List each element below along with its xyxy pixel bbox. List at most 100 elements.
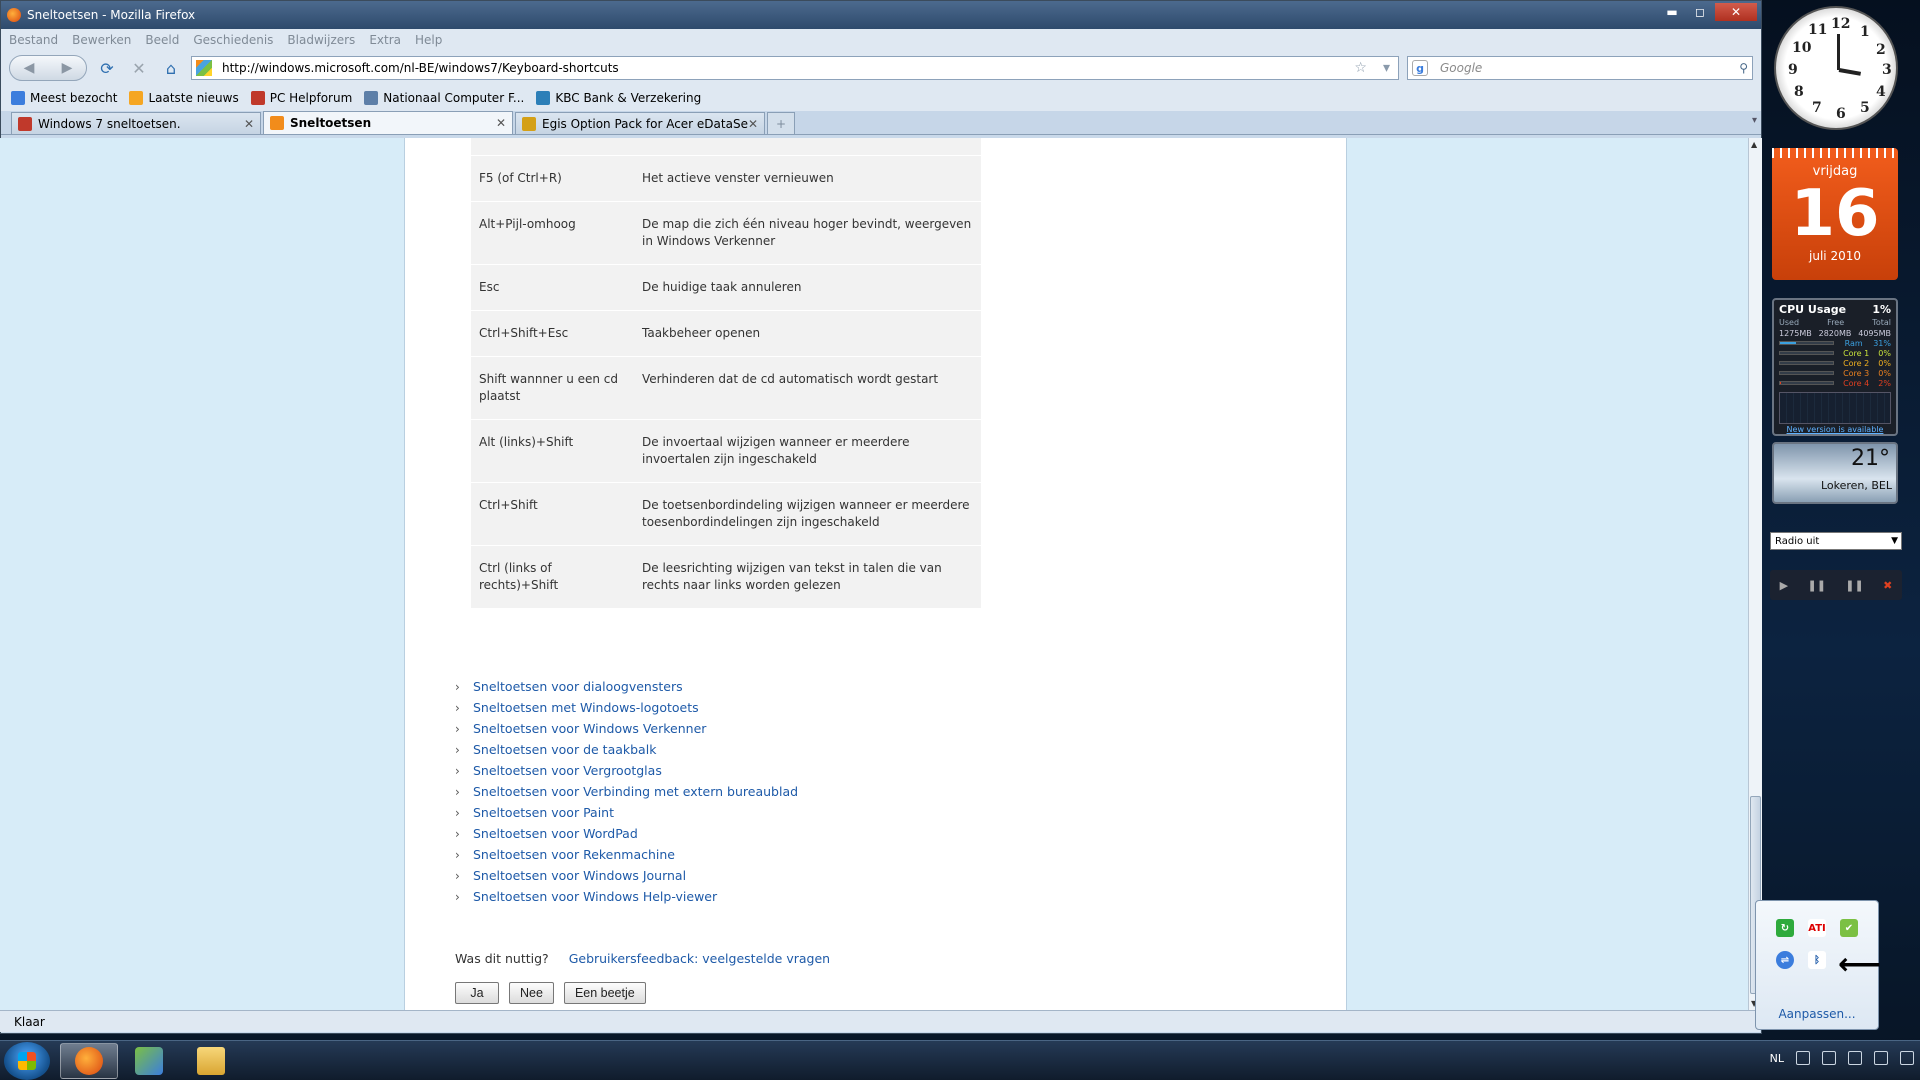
start-button[interactable] xyxy=(4,1042,50,1080)
menu-geschiedenis[interactable]: Geschiedenis xyxy=(193,33,273,47)
sync-icon[interactable]: ⇌ xyxy=(1776,951,1794,969)
list-item[interactable]: › Sneltoetsen met Windows-logotoets xyxy=(455,697,798,718)
scroll-up-icon[interactable]: ▲ xyxy=(1751,140,1757,149)
close-button[interactable]: ✕ xyxy=(1715,3,1757,21)
tab-windows7-sneltoetsen[interactable]: Windows 7 sneltoetsen. ✕ xyxy=(11,112,261,134)
list-item[interactable]: › Sneltoetsen voor de taakbalk xyxy=(455,739,798,760)
tab-sneltoetsen[interactable]: Sneltoetsen ✕ xyxy=(263,111,513,134)
clock-gadget[interactable]: 12 1 2 3 4 5 6 7 8 9 10 11 xyxy=(1774,6,1898,130)
maximize-button[interactable]: ◻ xyxy=(1687,3,1713,21)
related-link[interactable]: Sneltoetsen voor de taakbalk xyxy=(473,742,656,757)
menu-bewerken[interactable]: Bewerken xyxy=(72,33,131,47)
taskbar-users[interactable] xyxy=(120,1043,178,1079)
list-item[interactable]: › Sneltoetsen voor Windows Help-viewer xyxy=(455,886,798,907)
play-icon[interactable]: ▶ xyxy=(1780,579,1788,592)
back-icon[interactable]: ◀ xyxy=(24,60,35,76)
url-text[interactable]: http://windows.microsoft.com/nl-BE/windo… xyxy=(222,61,1346,75)
taskbar-explorer[interactable] xyxy=(182,1043,240,1079)
yes-button[interactable]: Ja xyxy=(455,982,499,1004)
bookmark-star-icon[interactable]: ☆ xyxy=(1354,60,1367,76)
list-all-tabs-icon[interactable]: ▾ xyxy=(1752,115,1757,126)
forward-icon[interactable]: ▶ xyxy=(62,60,73,76)
google-icon[interactable]: g xyxy=(1412,60,1428,76)
action-center-flag-icon[interactable] xyxy=(1822,1051,1836,1065)
new-tab-button[interactable]: + xyxy=(767,112,795,134)
search-input[interactable]: Google xyxy=(1440,61,1482,75)
list-item[interactable]: › Sneltoetsen voor dialoogvensters xyxy=(455,676,798,697)
tab-egis-option-pack[interactable]: Egis Option Pack for Acer eDataSec... ✕ xyxy=(515,112,765,134)
list-item[interactable]: › Sneltoetsen voor Windows Journal xyxy=(455,865,798,886)
network-tray-icon[interactable] xyxy=(1874,1051,1888,1065)
shortcut-key: Alt (links)+Shift xyxy=(471,419,634,483)
security-icon[interactable]: ✔ xyxy=(1840,919,1858,937)
menu-help[interactable]: Help xyxy=(415,33,442,47)
vertical-scrollbar[interactable]: ▲ ▼ xyxy=(1748,138,1762,1010)
somewhat-button[interactable]: Een beetje xyxy=(563,982,646,1004)
related-link[interactable]: Sneltoetsen voor Verbinding met extern b… xyxy=(473,784,798,799)
search-icon[interactable]: ⚲ xyxy=(1739,61,1748,75)
calendar-gadget[interactable]: vrijdag 16 juli 2010 xyxy=(1772,148,1898,280)
url-bar[interactable]: http://windows.microsoft.com/nl-BE/windo… xyxy=(191,56,1399,80)
network-icon[interactable]: ↻ xyxy=(1776,919,1794,937)
pause-icon[interactable]: ❚❚ xyxy=(1808,579,1826,592)
list-item[interactable]: › Sneltoetsen voor Paint xyxy=(455,802,798,823)
show-hidden-icons-icon[interactable] xyxy=(1796,1051,1810,1065)
bookmark-laatste-nieuws[interactable]: Laatste nieuws xyxy=(129,91,239,105)
home-icon[interactable]: ⌂ xyxy=(159,56,183,80)
bookmark-pc-helpforum[interactable]: PC Helpforum xyxy=(250,91,352,105)
list-item[interactable]: › Sneltoetsen voor WordPad xyxy=(455,823,798,844)
usb-icon[interactable] xyxy=(1848,1051,1862,1065)
menu-extra[interactable]: Extra xyxy=(369,33,401,47)
search-bar[interactable]: g Google ⚲ xyxy=(1407,56,1753,80)
list-item[interactable]: › Sneltoetsen voor Verbinding met extern … xyxy=(455,781,798,802)
related-link[interactable]: Sneltoetsen voor Windows Help-viewer xyxy=(473,889,717,904)
menu-beeld[interactable]: Beeld xyxy=(145,33,179,47)
list-item[interactable]: › Sneltoetsen voor Vergrootglas xyxy=(455,760,798,781)
language-indicator[interactable]: NL xyxy=(1770,1052,1784,1065)
tab-close-icon[interactable]: ✕ xyxy=(244,117,254,131)
bookmark-kbc[interactable]: KBC Bank & Verzekering xyxy=(536,91,701,105)
list-item[interactable]: › Sneltoetsen voor Rekenmachine xyxy=(455,844,798,865)
no-button[interactable]: Nee xyxy=(509,982,554,1004)
related-link[interactable]: Sneltoetsen voor Windows Verkenner xyxy=(473,721,706,736)
related-link[interactable]: Sneltoetsen met Windows-logotoets xyxy=(473,700,699,715)
menu-bladwijzers[interactable]: Bladwijzers xyxy=(287,33,355,47)
taskbar-firefox[interactable] xyxy=(60,1043,118,1079)
bookmark-label: Laatste nieuws xyxy=(148,91,239,105)
mute-icon[interactable]: ✖ xyxy=(1883,579,1892,592)
reload-icon[interactable]: ⟳ xyxy=(95,56,119,80)
shortcut-key: F5 (of Ctrl+R) xyxy=(471,155,634,202)
menu-bestand[interactable]: Bestand xyxy=(9,33,58,47)
related-link[interactable]: Sneltoetsen voor Paint xyxy=(473,805,614,820)
radio-select[interactable]: Radio uit ▼ xyxy=(1770,532,1902,550)
related-link[interactable]: Sneltoetsen voor Rekenmachine xyxy=(473,847,675,862)
customize-link[interactable]: Aanpassen... xyxy=(1756,1007,1878,1021)
stop-icon[interactable]: ✕ xyxy=(127,56,151,80)
bookmark-nationaal-computer[interactable]: Nationaal Computer F... xyxy=(364,91,524,105)
table-row: submenu sluiten xyxy=(471,138,981,156)
tab-close-icon[interactable]: ✕ xyxy=(748,117,758,131)
feedback-faq-link[interactable]: Gebruikersfeedback: veelgestelde vragen xyxy=(569,951,830,966)
new-version-link[interactable]: New version is available xyxy=(1779,425,1891,434)
volume-icon[interactable] xyxy=(1900,1051,1914,1065)
bookmark-meest-bezocht[interactable]: Meest bezocht xyxy=(11,91,117,105)
bookmarks-toolbar: Meest bezocht Laatste nieuws PC Helpforu… xyxy=(1,85,1761,111)
status-text: Klaar xyxy=(14,1014,45,1029)
chevron-down-icon[interactable]: ▼ xyxy=(1891,536,1898,546)
bluetooth-icon[interactable]: ᛒ xyxy=(1808,951,1826,969)
related-link[interactable]: Sneltoetsen voor Windows Journal xyxy=(473,868,686,883)
list-item[interactable]: › Sneltoetsen voor Windows Verkenner xyxy=(455,718,798,739)
related-link[interactable]: Sneltoetsen voor dialoogvensters xyxy=(473,679,683,694)
related-link[interactable]: Sneltoetsen voor Vergrootglas xyxy=(473,763,662,778)
related-link[interactable]: Sneltoetsen voor WordPad xyxy=(473,826,638,841)
pause-icon[interactable]: ❚❚ xyxy=(1845,579,1863,592)
weather-gadget[interactable]: 21° Lokeren, BEL xyxy=(1772,442,1898,504)
article: submenu sluiten F5 (of Ctrl+R)Het actiev… xyxy=(404,138,1347,1010)
usage-bar xyxy=(1779,361,1834,365)
bookmark-label: Meest bezocht xyxy=(30,91,118,105)
tab-close-icon[interactable]: ✕ xyxy=(496,116,506,130)
url-dropdown-icon[interactable]: ▾ xyxy=(1383,60,1390,76)
cpu-usage-gadget[interactable]: CPU Usage 1% Used Free Total 1275MB 2820… xyxy=(1772,298,1898,436)
minimize-button[interactable]: ▬ xyxy=(1659,3,1685,21)
ati-icon[interactable]: ATI xyxy=(1808,919,1826,937)
